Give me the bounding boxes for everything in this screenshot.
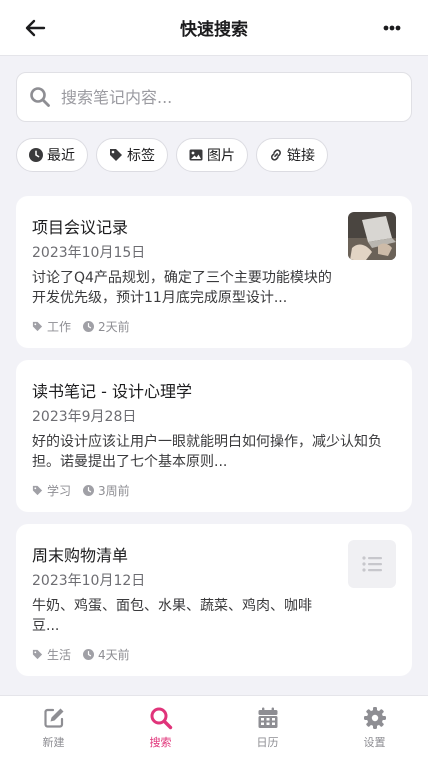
note-tag: 生活 xyxy=(47,648,72,662)
filter-images[interactable]: 图片 xyxy=(176,138,248,172)
note-card[interactable]: 周末购物清单 2023年10月12日 牛奶、鸡蛋、面包、水果、蔬菜、鸡肉、咖啡豆… xyxy=(16,524,412,676)
note-preview: 讨论了Q4产品规划，确定了三个主要功能模块的开发优先级，预计11月底完成原型设计… xyxy=(32,270,332,306)
note-date: 2023年10月15日 xyxy=(32,245,146,261)
tab-label: 搜索 xyxy=(149,736,172,749)
filter-chips: 最近 标签 图片 链接 xyxy=(16,138,328,172)
note-meta: 工作 2天前 xyxy=(32,318,130,335)
search-icon xyxy=(150,707,172,730)
tab-settings[interactable]: 设置 xyxy=(321,696,428,760)
tab-new[interactable]: 新建 xyxy=(0,696,107,760)
note-preview: 牛奶、鸡蛋、面包、水果、蔬菜、鸡肉、咖啡豆... xyxy=(32,598,312,634)
search-icon xyxy=(30,87,50,107)
back-arrow-icon[interactable] xyxy=(22,16,48,40)
note-time: 3周前 xyxy=(98,484,130,498)
filter-tags[interactable]: 标签 xyxy=(96,138,168,172)
note-title: 周末购物清单 xyxy=(32,546,129,565)
note-thumbnail xyxy=(348,540,396,588)
note-tag: 工作 xyxy=(47,320,72,334)
note-card[interactable]: 项目会议记录 2023年10月15日 讨论了Q4产品规划，确定了三个主要功能模块… xyxy=(16,196,412,348)
note-preview: 好的设计应该让用户一眼就能明白如何操作，减少认知负担。诺曼提出了七个基本原则..… xyxy=(32,434,382,470)
top-bar: 快速搜索 xyxy=(0,0,428,56)
search-box xyxy=(16,72,412,122)
link-icon xyxy=(271,149,281,161)
list-icon xyxy=(362,556,382,572)
note-date: 2023年10月12日 xyxy=(32,573,146,589)
clock-icon xyxy=(29,148,43,162)
filter-label: 图片 xyxy=(207,148,235,164)
note-thumbnail xyxy=(348,212,396,260)
filter-links[interactable]: 链接 xyxy=(256,138,328,172)
gear-icon xyxy=(363,707,386,729)
tab-calendar[interactable]: 日历 xyxy=(214,696,321,760)
tab-search[interactable]: 搜索 xyxy=(107,696,214,760)
filter-label: 最近 xyxy=(47,148,75,164)
note-date: 2023年9月28日 xyxy=(32,409,137,425)
clock-icon xyxy=(83,321,95,332)
edit-icon xyxy=(43,708,63,728)
image-icon xyxy=(189,149,203,161)
note-meta: 生活 4天前 xyxy=(32,646,130,663)
note-tag: 学习 xyxy=(47,484,72,498)
clock-icon xyxy=(83,649,95,660)
tag-icon xyxy=(32,485,43,496)
filter-label: 链接 xyxy=(287,148,315,164)
tag-icon xyxy=(32,649,43,660)
tag-icon xyxy=(110,149,122,161)
note-meta: 学习 3周前 xyxy=(32,482,130,499)
note-card[interactable]: 读书笔记 - 设计心理学 2023年9月28日 好的设计应该让用户一眼就能明白如… xyxy=(16,360,412,512)
search-input[interactable] xyxy=(59,86,383,108)
clock-icon xyxy=(83,485,95,496)
tab-label: 日历 xyxy=(256,736,279,749)
tag-icon xyxy=(32,321,43,332)
note-title: 读书笔记 - 设计心理学 xyxy=(32,382,192,401)
tab-label: 新建 xyxy=(42,736,65,749)
note-time: 4天前 xyxy=(98,648,130,662)
note-title: 项目会议记录 xyxy=(32,218,129,237)
filter-recent[interactable]: 最近 xyxy=(16,138,88,172)
filter-label: 标签 xyxy=(127,148,155,164)
laptop-photo-icon xyxy=(348,212,396,260)
page-title: 快速搜索 xyxy=(180,20,248,40)
note-time: 2天前 xyxy=(98,320,130,334)
bottom-tab-bar: 新建 搜索 日历 设置 xyxy=(0,695,428,760)
calendar-icon xyxy=(258,707,277,728)
tab-label: 设置 xyxy=(363,736,386,749)
more-options-icon[interactable] xyxy=(378,16,406,40)
